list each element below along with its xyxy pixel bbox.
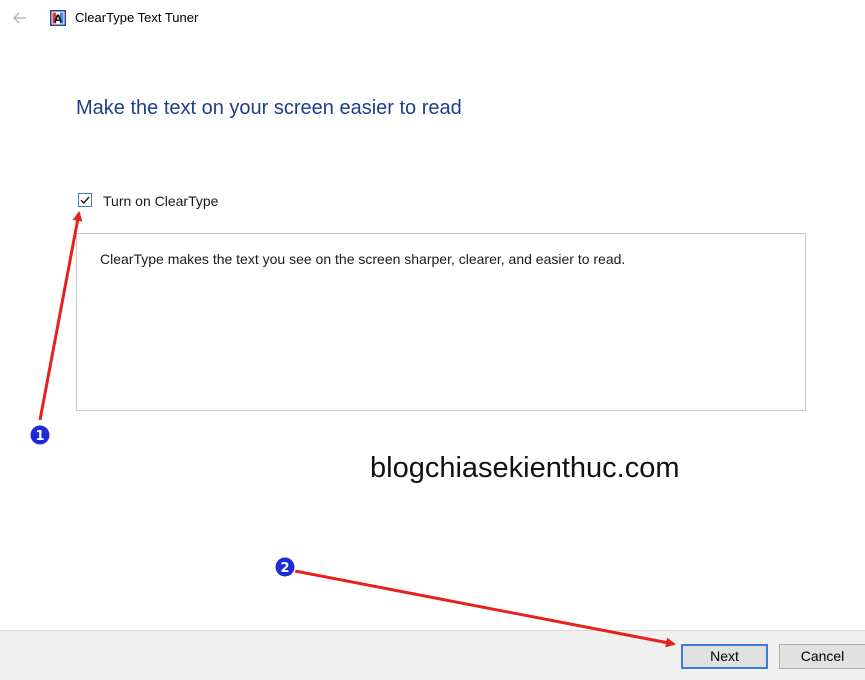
- next-button[interactable]: Next: [681, 644, 768, 669]
- cleartype-app-icon: A: [50, 10, 66, 26]
- page-heading: Make the text on your screen easier to r…: [76, 97, 462, 119]
- watermark-text: blogchiasekienthuc.com: [370, 452, 680, 484]
- description-text: ClearType makes the text you see on the …: [100, 251, 626, 267]
- description-box: ClearType makes the text you see on the …: [76, 233, 806, 411]
- annotation-marker-1-label: 1: [35, 429, 44, 444]
- annotation-marker-2: 2: [274, 556, 296, 578]
- annotation-arrow-1: [38, 211, 83, 421]
- annotation-marker-1: 1: [29, 424, 51, 446]
- title-bar: A ClearType Text Tuner: [0, 0, 865, 36]
- cancel-button[interactable]: Cancel: [779, 644, 865, 669]
- checkmark-icon: [80, 196, 90, 205]
- cleartype-checkbox-label[interactable]: Turn on ClearType: [103, 192, 218, 210]
- annotation-marker-2-label: 2: [280, 561, 289, 576]
- footer-bar: Next Cancel: [0, 630, 865, 680]
- window-title: ClearType Text Tuner: [75, 10, 199, 25]
- cleartype-checkbox[interactable]: [78, 193, 92, 207]
- back-arrow-icon[interactable]: [10, 8, 30, 28]
- svg-text:A: A: [54, 13, 63, 26]
